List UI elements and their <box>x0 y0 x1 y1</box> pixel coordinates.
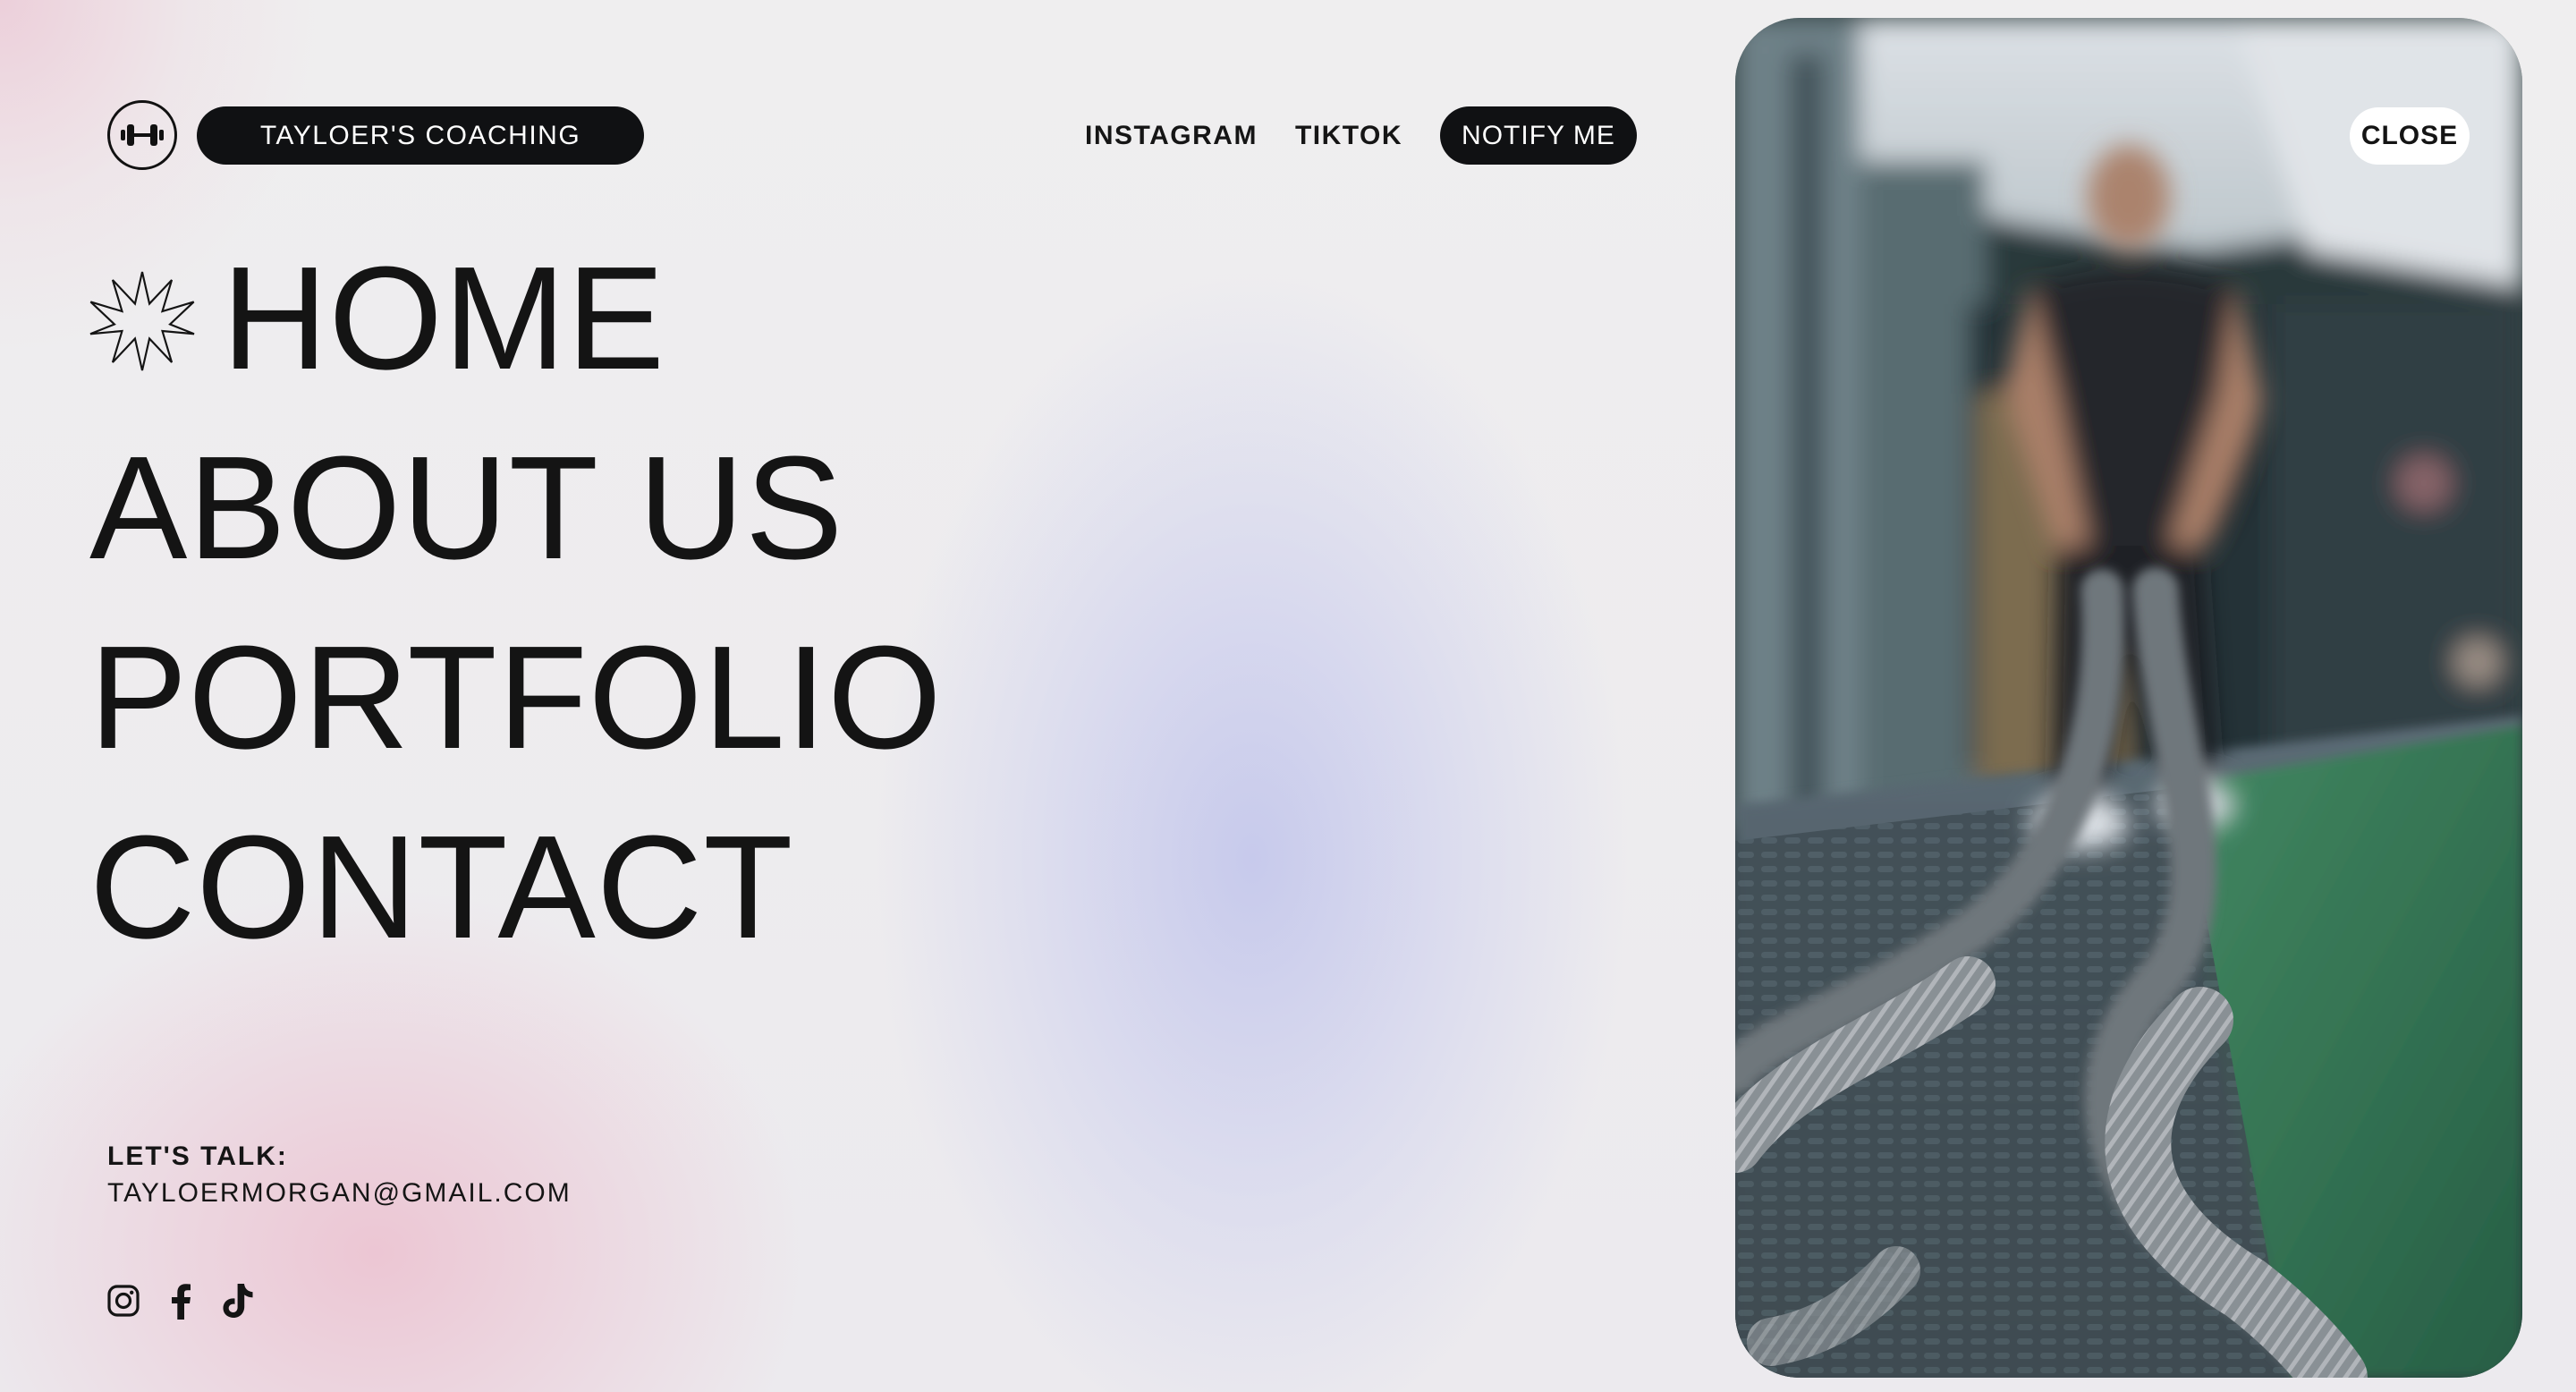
dumbbell-icon <box>121 124 164 146</box>
menu-item-contact[interactable]: CONTACT <box>89 793 943 982</box>
menu-item-portfolio[interactable]: PORTFOLIO <box>89 603 943 793</box>
top-navigation: INSTAGRAM TIKTOK NOTIFY ME <box>1085 106 1637 165</box>
menu-item-home[interactable]: HOME <box>89 224 943 413</box>
tiktok-icon[interactable] <box>220 1281 256 1320</box>
main-menu: HOME ABOUT US PORTFOLIO CONTACT <box>89 224 943 982</box>
lets-talk-label: LET'S TALK: <box>107 1142 288 1171</box>
photo-scene <box>1735 18 2522 1378</box>
facebook-icon[interactable] <box>163 1281 199 1320</box>
battle-ropes-workout-photo <box>1735 18 2522 1378</box>
social-links <box>106 1281 277 1320</box>
menu-item-portfolio-label: PORTFOLIO <box>89 615 943 779</box>
starburst-icon <box>89 271 195 371</box>
logo-dumbbell-icon[interactable] <box>107 100 177 170</box>
nav-link-instagram[interactable]: INSTAGRAM <box>1085 121 1258 151</box>
contact-email-link[interactable]: TAYLOERMORGAN@GMAIL.COM <box>107 1178 572 1209</box>
menu-item-home-label: HOME <box>222 236 665 400</box>
menu-item-about-label: ABOUT US <box>89 426 844 590</box>
instagram-icon[interactable] <box>106 1281 141 1320</box>
nav-link-tiktok[interactable]: TIKTOK <box>1295 121 1402 151</box>
notify-me-button[interactable]: NOTIFY ME <box>1440 106 1637 165</box>
close-button[interactable]: CLOSE <box>2350 107 2470 165</box>
menu-item-contact-label: CONTACT <box>89 805 794 969</box>
menu-item-about-us[interactable]: ABOUT US <box>89 413 943 603</box>
brand-name-pill[interactable]: TAYLOER'S COACHING <box>197 106 644 165</box>
